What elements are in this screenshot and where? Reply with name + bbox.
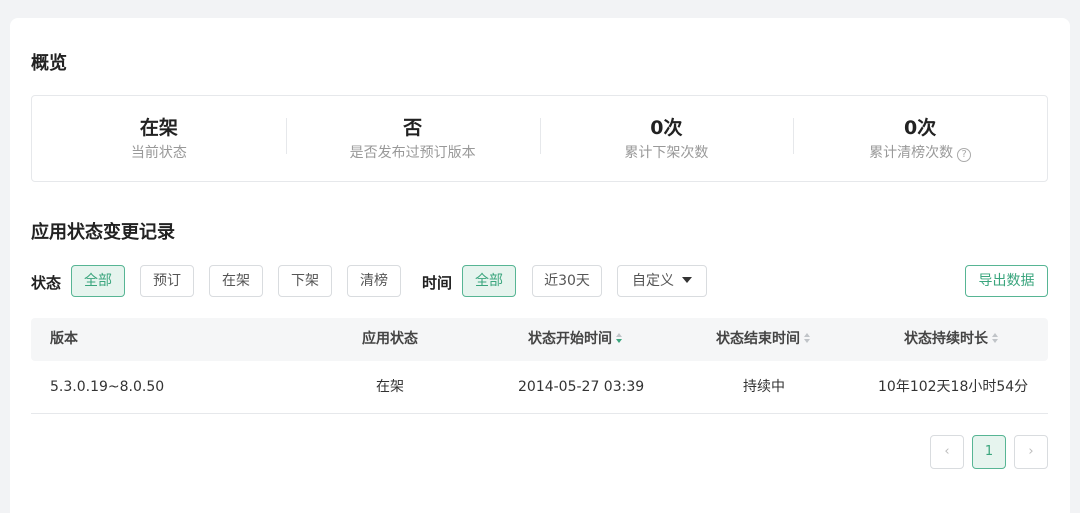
stat-takedown-count: 0次 累计下架次数: [539, 116, 794, 162]
records-title: 应用状态变更记录: [31, 222, 175, 243]
stat-value: 0次: [650, 116, 683, 139]
status-filter-preorder[interactable]: 预订: [140, 265, 194, 297]
cell-version: 5.3.0.19~8.0.50: [50, 379, 165, 395]
overview-title: 概览: [31, 53, 67, 74]
custom-dropdown-label: 自定义: [632, 273, 674, 289]
stat-label: 累计下架次数: [624, 144, 709, 161]
pagination-prev-button[interactable]: ‹: [930, 435, 964, 469]
column-header-duration[interactable]: 状态持续时长: [904, 318, 1000, 361]
status-filter-all[interactable]: 全部: [71, 265, 125, 297]
pagination-next-button[interactable]: ›: [1014, 435, 1048, 469]
export-data-button[interactable]: 导出数据: [965, 265, 1048, 297]
time-filter-label: 时间: [422, 274, 453, 292]
column-header-end-time[interactable]: 状态结束时间: [716, 318, 812, 361]
stat-value: 0次: [904, 116, 937, 139]
status-filter-clear-rank[interactable]: 清榜: [347, 265, 401, 297]
stat-label: 当前状态: [130, 144, 187, 161]
question-circle-icon[interactable]: ?: [957, 147, 972, 162]
time-filter-30days[interactable]: 近30天: [532, 265, 602, 297]
stat-clear-rank-count: 0次 累计清榜次数?: [793, 116, 1047, 162]
status-filter-label: 状态: [31, 274, 62, 292]
column-header-app-status: 应用状态: [362, 331, 418, 347]
cell-end-time: 持续中: [743, 379, 785, 395]
overview-card: 概览 在架 当前状态 否 是否发布过预订版本 0次 累计下架次数 0次 累计清榜…: [10, 18, 1070, 513]
sort-icon[interactable]: [804, 332, 812, 344]
status-filter-delisted[interactable]: 下架: [278, 265, 332, 297]
table-header: 版本 应用状态 状态开始时间 状态结束时间 状态持续时长: [31, 318, 1048, 361]
stat-preorder-published: 否 是否发布过预订版本: [285, 116, 540, 162]
filter-bar: 状态 全部 预订 在架 下架 清榜 时间 全部 近30天 自定义 导出数据: [31, 265, 1048, 297]
cell-duration: 10年102天18小时54分: [878, 379, 1029, 395]
status-record-table: 版本 应用状态 状态开始时间 状态结束时间 状态持续时长 5.3.0.19~8.…: [31, 318, 1048, 414]
pagination-page-1[interactable]: 1: [972, 435, 1006, 469]
table-row: 5.3.0.19~8.0.50 在架 2014-05-27 03:39 持续中 …: [31, 361, 1048, 414]
column-header-version: 版本: [50, 331, 78, 347]
stat-current-status: 在架 当前状态: [32, 116, 286, 162]
stat-label: 是否发布过预订版本: [349, 144, 476, 161]
stat-value: 在架: [139, 116, 178, 139]
time-filter-all[interactable]: 全部: [462, 265, 516, 297]
cell-app-status: 在架: [376, 379, 404, 395]
status-filter-listed[interactable]: 在架: [209, 265, 263, 297]
time-filter-custom-dropdown[interactable]: 自定义: [617, 265, 707, 297]
column-header-label: 状态持续时长: [904, 331, 988, 347]
sort-icon[interactable]: [992, 332, 1000, 344]
column-header-label: 状态开始时间: [528, 331, 612, 347]
stat-value: 否: [403, 116, 423, 139]
column-header-label: 状态结束时间: [716, 331, 800, 347]
stat-label: 累计清榜次数?: [793, 144, 1047, 162]
overview-stats: 在架 当前状态 否 是否发布过预订版本 0次 累计下架次数 0次 累计清榜次数?: [31, 95, 1048, 182]
cell-start-time: 2014-05-27 03:39: [518, 379, 645, 395]
sort-icon[interactable]: [616, 332, 624, 344]
caret-down-icon: [682, 277, 692, 283]
column-header-start-time[interactable]: 状态开始时间: [528, 318, 624, 361]
stat-label-text: 累计清榜次数: [869, 144, 954, 161]
